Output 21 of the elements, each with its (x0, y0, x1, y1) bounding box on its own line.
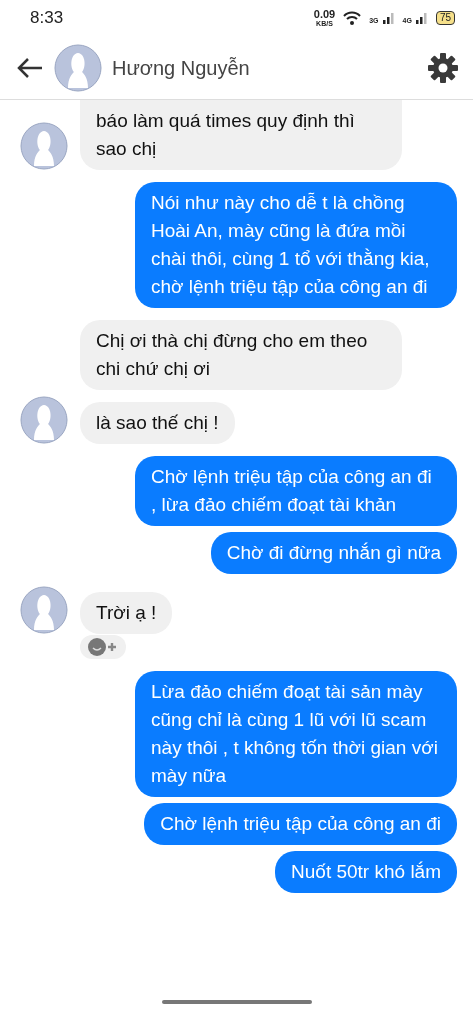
avatar-icon (54, 43, 102, 92)
message-bubble: Lừa đảo chiếm đoạt tài sản mày cũng chỉ là cùng 1 lũ với lũ scam này thôi , t không tốn thời gian với mày nữa (135, 671, 457, 797)
contact-name: Hương Nguyễn (112, 55, 250, 81)
message-bubble: báo làm quá times quy định thì sao chị (80, 100, 402, 170)
message-bubble: Trời ạ ! (80, 592, 173, 634)
signal-icon (382, 12, 395, 24)
wifi-icon (343, 11, 362, 25)
settings-icon[interactable] (427, 51, 459, 84)
add-reaction-button[interactable] (80, 635, 126, 659)
battery-level: 75 (435, 11, 455, 25)
message-bubble: Nuốt 50tr khó lắm (275, 851, 457, 893)
network-speed: 0.09 (313, 9, 336, 20)
message-bubble: Chờ đi đừng nhắn gì nữa (210, 532, 457, 574)
back-arrow-icon[interactable] (16, 56, 44, 79)
message-bubble: Chờ lệnh triệu tập của công an đi , lừa đảo chiếm đoạt tài khản (135, 456, 457, 526)
message-bubble: Chờ lệnh triệu tập của công an đi (144, 803, 457, 845)
message-bubble: là sao thế chị ! (80, 402, 235, 444)
signal-icon (415, 12, 428, 24)
clock-time: 8:33 (30, 7, 64, 30)
message-bubble: Chị ơi thà chị đừng cho em theo chi chứ chị ơi (80, 320, 402, 390)
message-bubble: Nói như này cho dễ t là chồng Hoài An, mày cũng là đứa mồi chài thôi, cùng 1 tổ với thằng kia, chờ lệnh triệu tập của công an đi (135, 182, 457, 308)
